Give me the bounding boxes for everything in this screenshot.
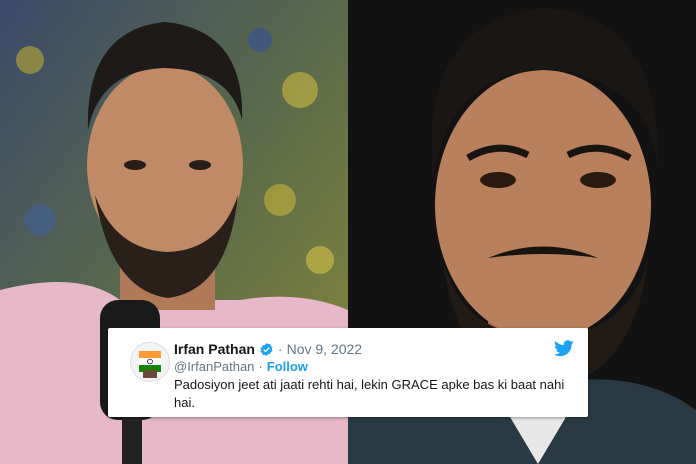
tweet-text: Padosiyon jeet ati jaati rehti hai, leki… — [174, 377, 565, 410]
twitter-bird-icon[interactable] — [554, 340, 574, 362]
verified-badge-icon — [259, 342, 274, 357]
tweet-card: Irfan Pathan · Nov 9, 2022 @IrfanPathan … — [108, 328, 588, 417]
tweet-subheader: @IrfanPathan · Follow — [174, 359, 308, 374]
tweet-header: Irfan Pathan · Nov 9, 2022 — [174, 340, 362, 358]
tweet-date[interactable]: Nov 9, 2022 — [287, 341, 363, 357]
avatar[interactable] — [130, 342, 170, 382]
separator-dot: · — [277, 341, 283, 357]
display-name[interactable]: Irfan Pathan — [174, 341, 255, 357]
separator-dot-2: · — [258, 359, 263, 374]
follow-button[interactable]: Follow — [267, 359, 308, 374]
user-handle[interactable]: @IrfanPathan — [174, 359, 254, 374]
